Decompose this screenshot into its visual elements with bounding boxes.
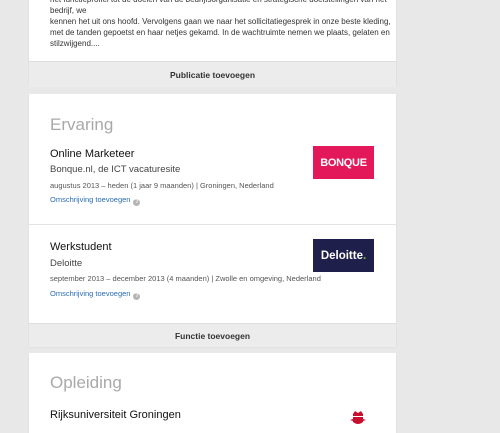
- summary-card: het functieprofiel tot de doelen van de …: [29, 0, 396, 87]
- add-description-label: Omschrijving toevoegen: [50, 289, 131, 298]
- company-name[interactable]: Bonque.nl, de ICT vacaturesite: [50, 164, 180, 175]
- logo-dot: .: [362, 249, 367, 262]
- help-icon[interactable]: ?: [133, 293, 141, 300]
- education-section: Opleiding Rijksuniversiteit Groningen: [29, 353, 396, 433]
- position-title[interactable]: Werkstudent: [50, 241, 112, 253]
- section-title-experience: Ervaring: [50, 115, 114, 134]
- position-meta: augustus 2013 – heden (1 jaar 9 maanden)…: [50, 181, 274, 190]
- position-title[interactable]: Online Marketeer: [50, 148, 134, 160]
- add-description-label: Omschrijving toevoegen: [50, 195, 131, 204]
- school-name[interactable]: Rijksuniversiteit Groningen: [50, 409, 181, 421]
- add-description-link[interactable]: Omschrijving toevoegen?: [50, 289, 141, 300]
- experience-section: Ervaring Online Marketeer Bonque.nl, de …: [29, 94, 396, 347]
- logo-text: Deloitte: [320, 249, 363, 262]
- position-meta: september 2013 – december 2013 (4 maande…: [50, 274, 321, 283]
- add-position-button[interactable]: Functie toevoegen: [29, 323, 396, 347]
- summary-text: het functieprofiel tot de doelen van de …: [50, 0, 391, 48]
- company-name[interactable]: Deloitte: [50, 258, 82, 269]
- add-publication-button[interactable]: Publicatie toevoegen: [29, 61, 396, 87]
- company-logo-bonque[interactable]: BONQUE: [313, 146, 374, 179]
- university-crest-icon[interactable]: [348, 408, 368, 428]
- entry-divider: [29, 224, 396, 225]
- company-logo-deloitte[interactable]: Deloitte.: [313, 239, 374, 272]
- logo-text: BONQUE: [320, 156, 367, 169]
- add-description-link[interactable]: Omschrijving toevoegen?: [50, 195, 141, 206]
- help-icon[interactable]: ?: [133, 199, 141, 206]
- section-title-education: Opleiding: [50, 373, 122, 392]
